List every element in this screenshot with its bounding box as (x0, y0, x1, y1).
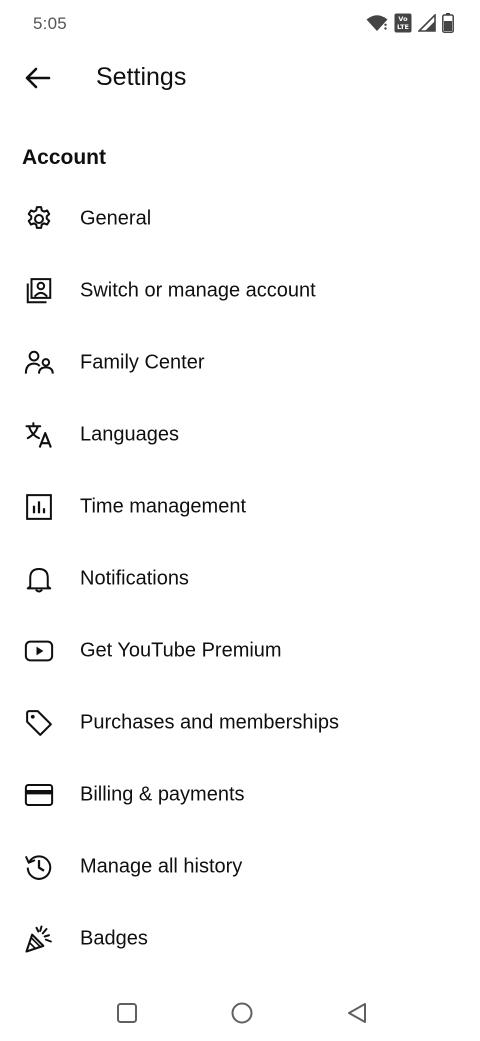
back-triangle-icon (345, 1001, 369, 1030)
party-popper-icon (22, 922, 56, 956)
svg-text:LTE: LTE (397, 23, 409, 31)
menu-item-general[interactable]: General (0, 183, 480, 255)
menu-item-label: Manage all history (80, 855, 243, 878)
bell-icon (22, 562, 56, 596)
status-bar: 5:05 Vo LTE (0, 0, 480, 48)
menu-item-label: Switch or manage account (80, 279, 316, 302)
translate-icon (22, 418, 56, 452)
play-button-icon (22, 634, 56, 668)
gear-icon (22, 202, 56, 236)
menu-item-label: General (80, 207, 152, 230)
status-time: 5:05 (33, 14, 67, 33)
menu-item-label: Languages (80, 423, 179, 446)
volte-icon: Vo LTE (394, 13, 412, 33)
tag-icon (22, 706, 56, 740)
settings-menu-list: General Switch or manage account Family … (0, 183, 480, 975)
menu-item-label: Purchases and memberships (80, 711, 340, 734)
menu-item-purchases[interactable]: Purchases and memberships (0, 687, 480, 759)
menu-item-badges[interactable]: Badges (0, 903, 480, 975)
menu-item-billing[interactable]: Billing & payments (0, 759, 480, 831)
menu-item-label: Billing & payments (80, 783, 245, 806)
bar-chart-icon (22, 490, 56, 524)
recents-button[interactable] (112, 1000, 142, 1030)
menu-item-time-management[interactable]: Time management (0, 471, 480, 543)
menu-item-youtube-premium[interactable]: Get YouTube Premium (0, 615, 480, 687)
menu-item-family-center[interactable]: Family Center (0, 327, 480, 399)
credit-card-icon (22, 778, 56, 812)
menu-item-label: Notifications (80, 567, 189, 590)
menu-item-label: Time management (80, 495, 246, 518)
menu-item-notifications[interactable]: Notifications (0, 543, 480, 615)
back-button[interactable] (17, 60, 57, 100)
account-switch-icon (22, 274, 56, 308)
arrow-left-icon (23, 66, 51, 95)
menu-item-manage-history[interactable]: Manage all history (0, 831, 480, 903)
home-button[interactable] (227, 1000, 257, 1030)
family-icon (22, 346, 56, 380)
status-icons: Vo LTE (366, 13, 454, 33)
section-heading-account: Account (22, 146, 106, 169)
menu-item-label: Get YouTube Premium (80, 639, 282, 662)
wifi-icon (366, 14, 388, 32)
menu-item-label: Badges (80, 927, 148, 950)
svg-text:Vo: Vo (398, 15, 408, 23)
recents-square-icon (116, 1002, 138, 1029)
back-nav-button[interactable] (342, 1000, 372, 1030)
home-circle-icon (230, 1001, 254, 1030)
page-title: Settings (96, 63, 187, 91)
app-bar: Settings (0, 52, 480, 108)
history-icon (22, 850, 56, 884)
system-nav-bar (0, 990, 480, 1038)
menu-item-label: Family Center (80, 351, 205, 374)
signal-icon (418, 14, 436, 32)
menu-item-switch-account[interactable]: Switch or manage account (0, 255, 480, 327)
menu-item-languages[interactable]: Languages (0, 399, 480, 471)
battery-icon (442, 13, 454, 33)
